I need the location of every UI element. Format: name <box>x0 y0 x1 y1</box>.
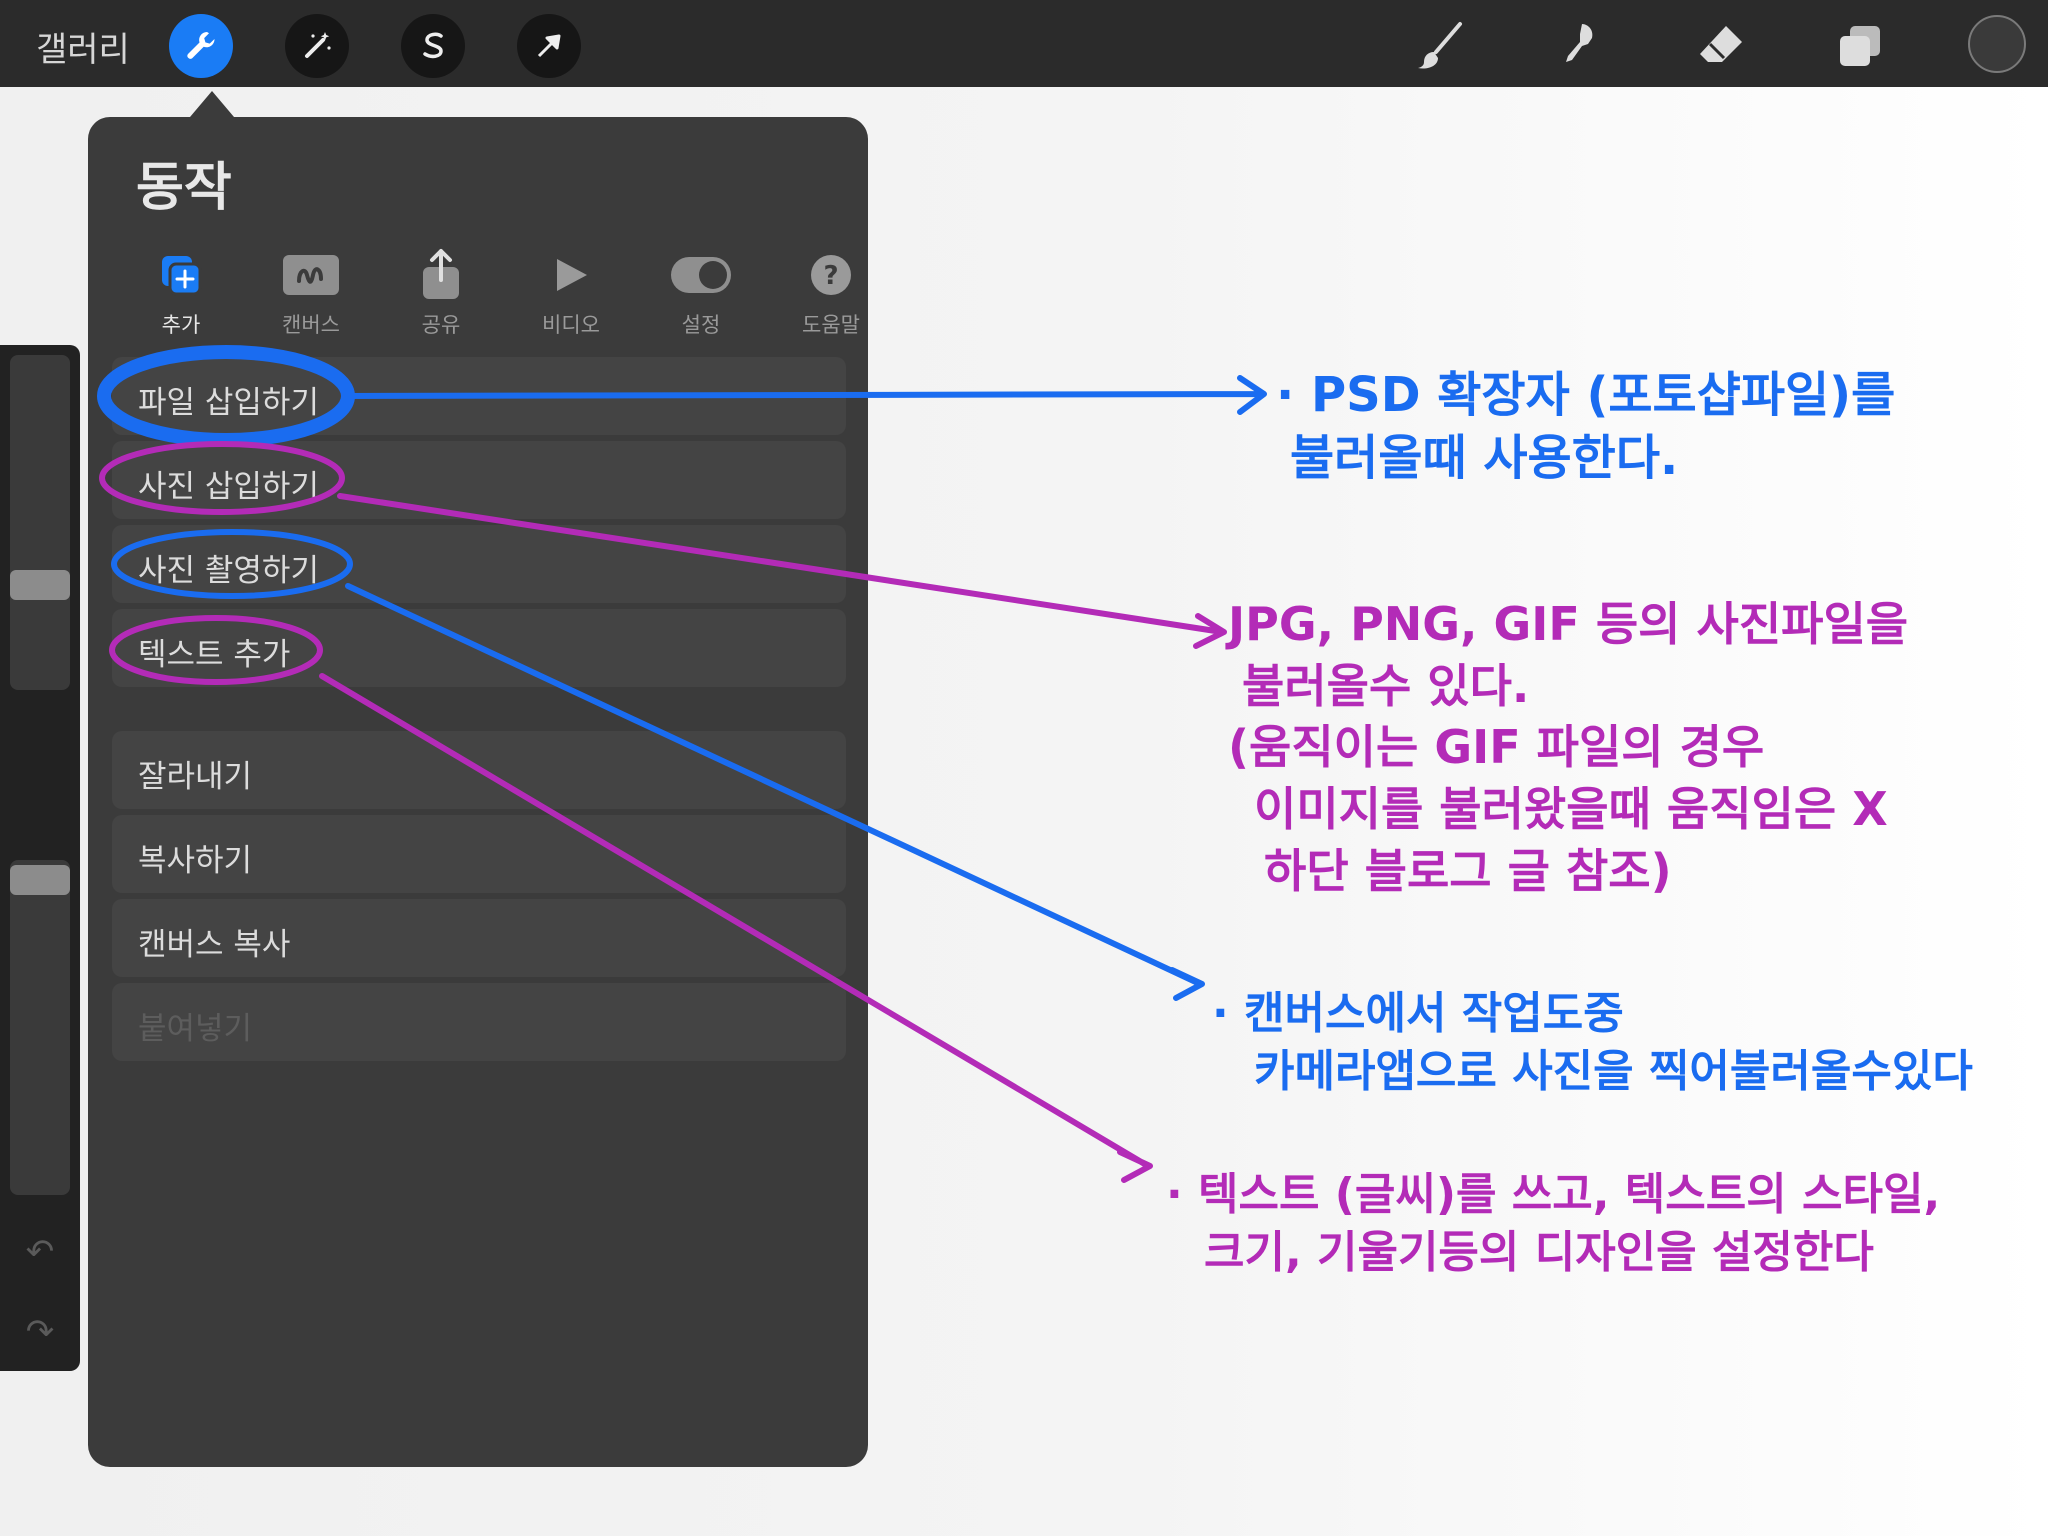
note-camera: · 캔버스에서 작업도중 카메라앱으로 사진을 찍어불러올수있다 <box>1212 988 1973 1098</box>
arrow-psd <box>345 375 1267 415</box>
arrow-camera <box>345 583 1205 1001</box>
highlight-insert-photo <box>99 441 345 515</box>
highlight-add-text <box>109 615 323 685</box>
highlight-insert-file <box>97 345 355 447</box>
highlight-take-photo <box>111 529 353 599</box>
arrow-jpg <box>337 493 1227 649</box>
arrow-text <box>319 673 1153 1183</box>
note-jpg: JPG, PNG, GIF 등의 사진파일을 불러올수 있다. (움직이는 GI… <box>1228 597 1909 898</box>
note-text: · 텍스트 (글씨)를 쓰고, 텍스트의 스타일, 크기, 기울기등의 디자인을… <box>1166 1169 1941 1279</box>
note-psd: · PSD 확장자 (포토샵파일)를 불러올때 사용한다. <box>1276 367 1896 487</box>
